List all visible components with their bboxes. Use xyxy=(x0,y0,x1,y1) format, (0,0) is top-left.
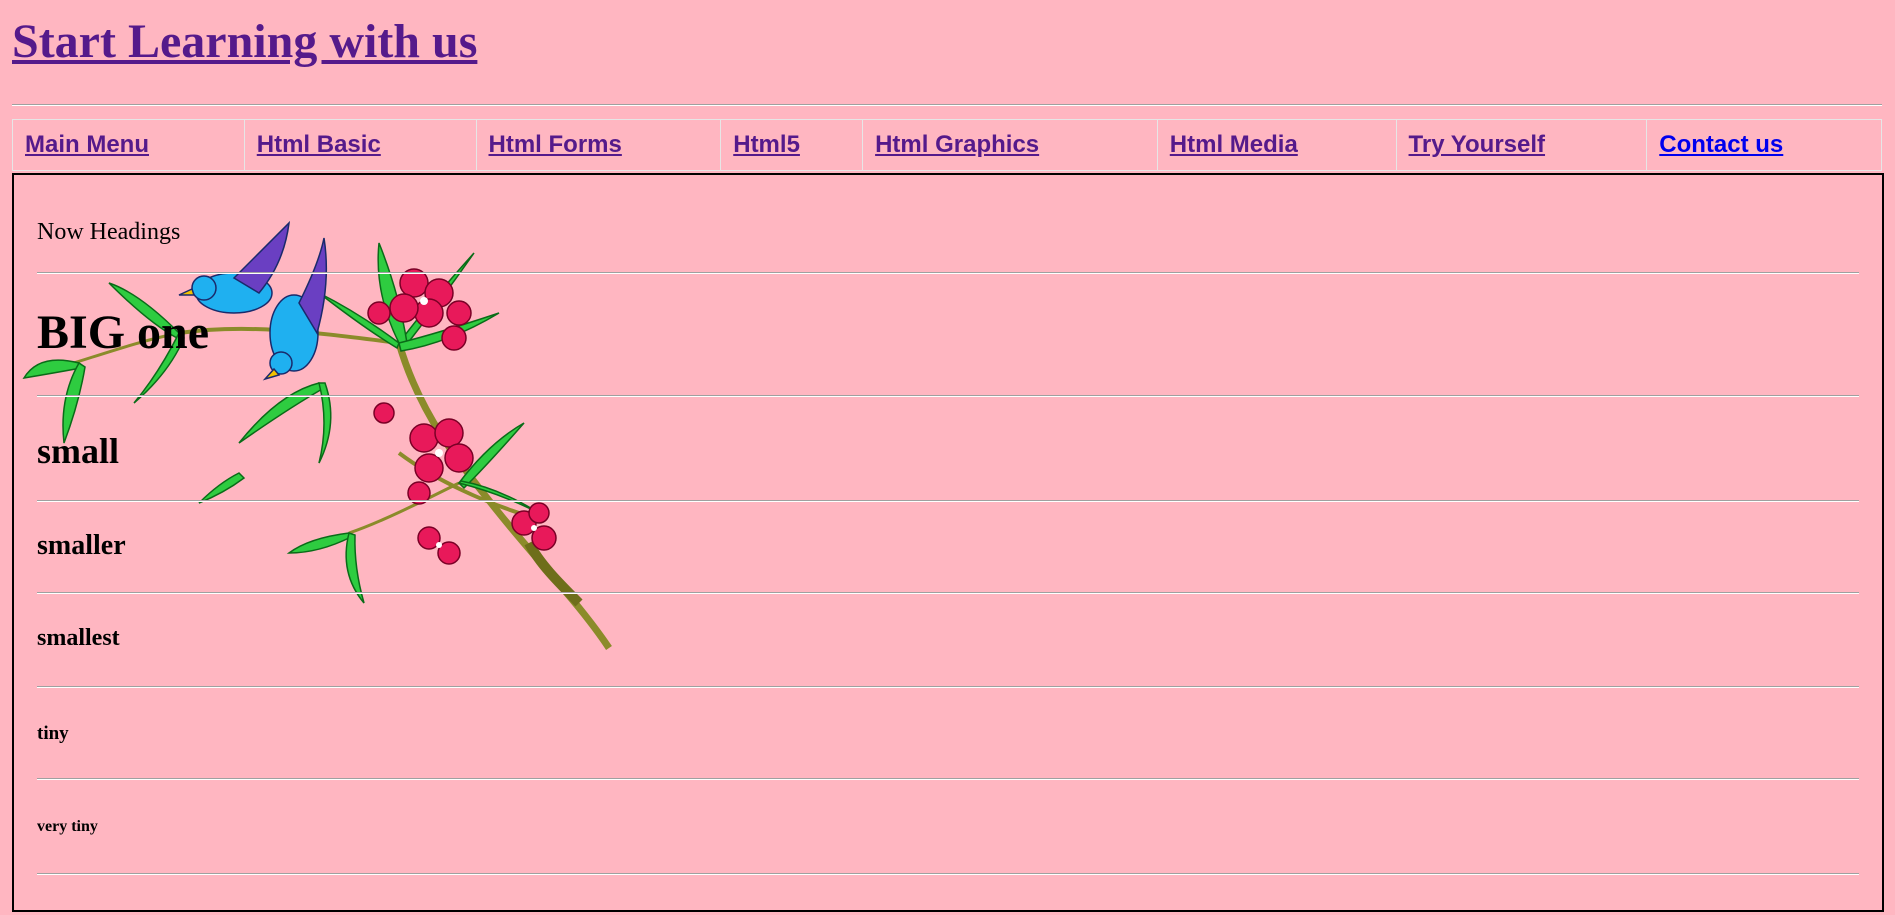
divider xyxy=(37,592,1859,594)
nav-link-main-menu[interactable]: Main Menu xyxy=(25,131,149,159)
heading-big-one: BIG one xyxy=(37,306,210,359)
title-divider xyxy=(12,104,1882,106)
nav-cell-contact-us: Contact us xyxy=(1647,120,1881,170)
nav-cell-main-menu: Main Menu xyxy=(13,120,245,170)
divider xyxy=(37,272,1859,274)
nav-cell-html-media: Html Media xyxy=(1158,120,1397,170)
nav-link-html-basic[interactable]: Html Basic xyxy=(257,131,381,159)
nav-link-html-forms[interactable]: Html Forms xyxy=(489,131,622,159)
nav-link-html-graphics[interactable]: Html Graphics xyxy=(875,131,1039,159)
main-nav: Main Menu Html Basic Html Forms Html5 Ht… xyxy=(12,119,1882,171)
divider xyxy=(37,686,1859,688)
nav-cell-try-yourself: Try Yourself xyxy=(1397,120,1648,170)
nav-link-contact-us[interactable]: Contact us xyxy=(1659,131,1783,159)
content-panel: Now Headings BIG one small smaller small… xyxy=(12,173,1884,912)
divider xyxy=(37,873,1859,875)
nav-cell-html-graphics: Html Graphics xyxy=(863,120,1158,170)
intro-text: Now Headings xyxy=(37,219,181,245)
nav-cell-html-forms: Html Forms xyxy=(477,120,722,170)
bird-blossom-image xyxy=(22,220,612,650)
site-title[interactable]: Start Learning with us xyxy=(12,15,477,69)
heading-smallest: smallest xyxy=(37,625,120,651)
heading-small: small xyxy=(37,431,120,471)
divider xyxy=(37,395,1859,397)
nav-link-html5[interactable]: Html5 xyxy=(733,131,800,159)
divider xyxy=(37,500,1859,502)
heading-very-tiny: very tiny xyxy=(37,818,98,835)
divider xyxy=(37,778,1859,780)
nav-cell-html5: Html5 xyxy=(721,120,864,170)
nav-link-try-yourself[interactable]: Try Yourself xyxy=(1409,131,1546,159)
heading-smaller: smaller xyxy=(37,530,126,561)
heading-tiny: tiny xyxy=(37,723,69,744)
nav-cell-html-basic: Html Basic xyxy=(245,120,477,170)
nav-link-html-media[interactable]: Html Media xyxy=(1170,131,1298,159)
